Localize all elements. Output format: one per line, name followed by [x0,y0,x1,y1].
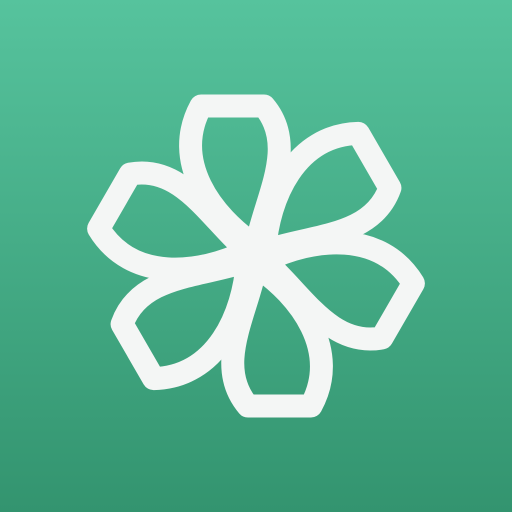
app-icon-graphic [0,0,512,512]
app-icon[interactable] [0,0,512,512]
